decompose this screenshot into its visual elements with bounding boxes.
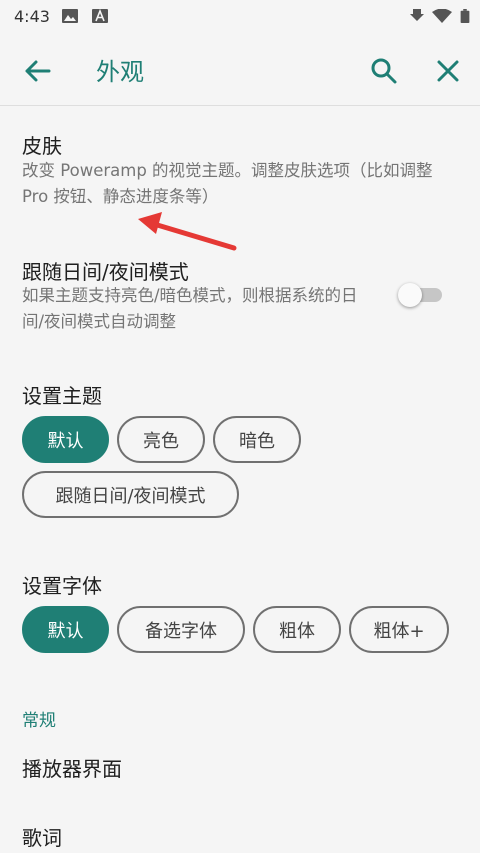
follow-day-night-description: 如果主题支持亮色/暗色模式，则根据系统的日间/夜间模式自动调整 (22, 286, 358, 331)
font-chip-default[interactable]: 默认 (22, 606, 109, 653)
general-category-header: 常规 (22, 711, 56, 731)
toggle-thumb (398, 283, 422, 307)
font-chip-bold[interactable]: 粗体 (253, 606, 341, 653)
battery-icon (460, 9, 470, 23)
status-bar: 4:43 (0, 0, 480, 34)
theme-section-label: 设置主题 (22, 384, 102, 408)
wifi-icon (432, 9, 452, 23)
page-title: 外观 (96, 58, 144, 86)
theme-chip-default[interactable]: 默认 (22, 416, 109, 463)
app-bar: 外观 (0, 34, 480, 106)
font-a-notification-icon (92, 9, 108, 23)
lyrics-item[interactable]: 歌词 (22, 822, 62, 851)
download-icon (410, 9, 424, 21)
theme-chip-dark[interactable]: 暗色 (213, 416, 301, 463)
follow-day-night-title: 跟随日间/夜间模式 (22, 260, 189, 284)
status-time: 4:43 (14, 7, 50, 26)
back-arrow-icon[interactable] (20, 54, 54, 88)
image-notification-icon (62, 9, 78, 23)
font-chip-alternate[interactable]: 备选字体 (117, 606, 245, 653)
follow-day-night-toggle[interactable] (398, 283, 446, 307)
close-icon[interactable] (432, 55, 464, 87)
theme-chip-follow-day-night[interactable]: 跟随日间/夜间模式 (22, 471, 239, 518)
annotation-arrow-icon (138, 212, 237, 251)
font-chip-bold-plus[interactable]: 粗体+ (349, 606, 449, 653)
player-ui-item[interactable]: 播放器界面 (22, 753, 122, 782)
search-icon[interactable] (368, 55, 400, 87)
skin-description: 改变 Poweramp 的视觉主题。调整皮肤选项（比如调整 Pro 按钮、静态进… (22, 161, 433, 206)
font-section-label: 设置字体 (22, 574, 102, 598)
skin-title: 皮肤 (22, 134, 62, 158)
theme-chip-light[interactable]: 亮色 (117, 416, 205, 463)
